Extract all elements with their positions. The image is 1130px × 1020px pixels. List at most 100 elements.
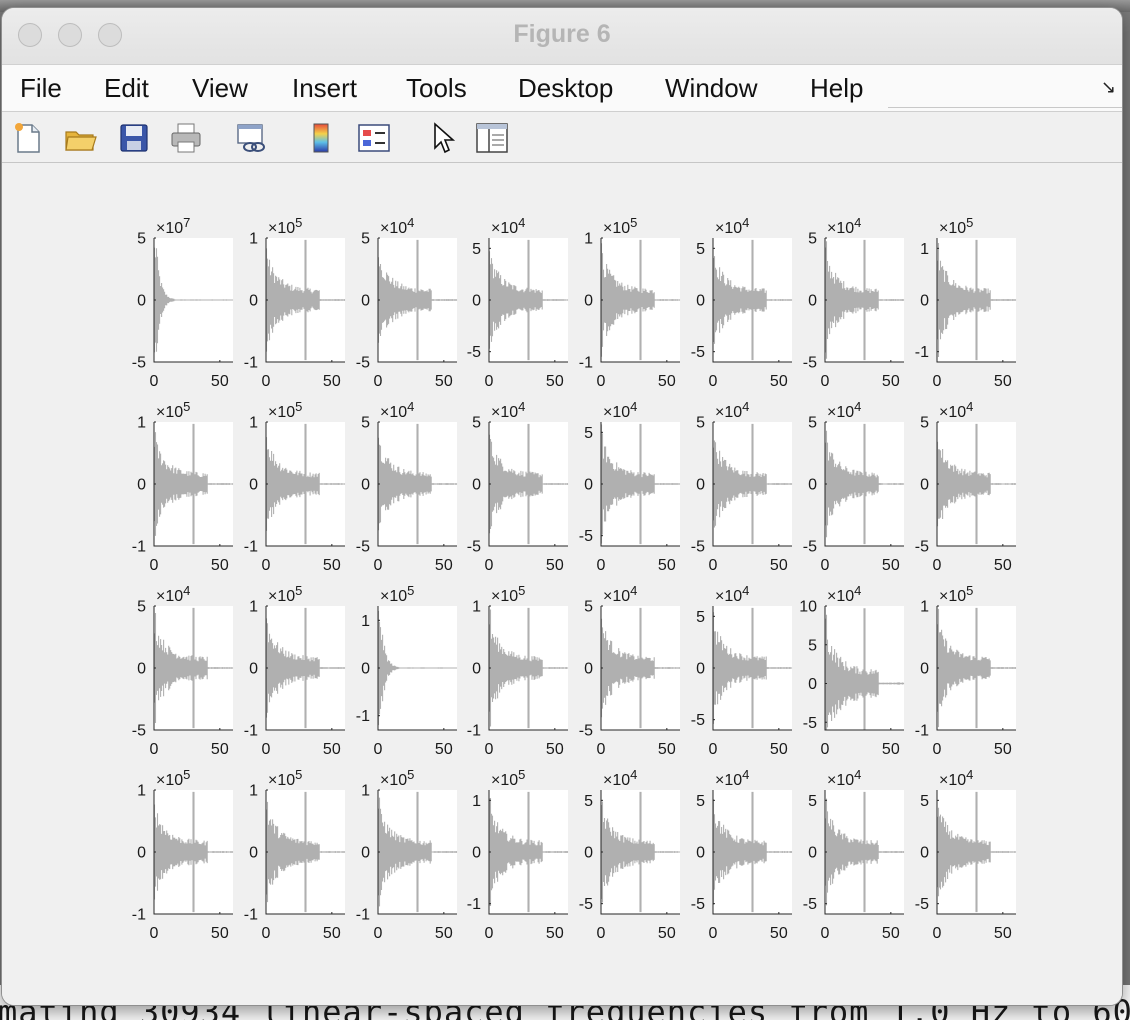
y-tick-label: 5 [584, 599, 593, 616]
y-tick-label: 0 [137, 845, 146, 862]
x-tick-label: 50 [323, 373, 341, 390]
x-tick-label: 50 [323, 925, 341, 942]
exponent-value: 5 [966, 583, 973, 598]
legend-icon[interactable] [356, 120, 392, 156]
y-tick-label: 10 [799, 599, 817, 616]
y-tick-label: 0 [472, 293, 481, 310]
x-tick-label: 50 [546, 925, 564, 942]
y-tick-label: 5 [808, 231, 817, 248]
x-tick-label: 50 [211, 925, 229, 942]
menu-insert[interactable]: Insert [292, 73, 357, 104]
property-inspector-icon[interactable] [474, 120, 510, 156]
x-tick-label: 50 [658, 925, 676, 942]
x-tick-label: 50 [546, 557, 564, 574]
x-tick-label: 50 [546, 741, 564, 758]
x-tick-label: 0 [262, 925, 271, 942]
exponent-value: 4 [742, 583, 749, 598]
exponent-value: 4 [630, 583, 637, 598]
x-tick-label: 50 [994, 557, 1012, 574]
y-exponent-label: ×104 [827, 583, 861, 605]
y-tick-label: 1 [249, 783, 258, 800]
x-tick-label: 50 [323, 741, 341, 758]
figure-canvas[interactable]: 5 0 -5 0 50 ×107 1 0 -1 0 50 ×105 5 0 -5 0 50 ×104 5 0 -5 0 50… [2, 163, 1122, 1005]
y-exponent-label: ×104 [380, 399, 414, 421]
menu-help[interactable]: Help [810, 73, 863, 104]
y-tick-label: -5 [356, 355, 370, 372]
x-tick-label: 0 [150, 741, 159, 758]
exponent-value: 4 [854, 399, 861, 414]
x-tick-label: 0 [374, 373, 383, 390]
y-tick-label: -5 [803, 715, 817, 732]
subplot-25: 10-10 50×105 [132, 767, 234, 942]
y-tick-label: -1 [244, 539, 258, 556]
y-tick-label: 5 [584, 425, 593, 442]
y-exponent-label: ×104 [715, 767, 749, 789]
y-exponent-label: ×105 [491, 583, 525, 605]
x-tick-label: 0 [933, 741, 942, 758]
menu-desktop[interactable]: Desktop [518, 73, 613, 104]
exponent-value: 5 [183, 767, 190, 782]
exponent-value: 4 [854, 215, 861, 230]
print-icon[interactable] [168, 120, 204, 156]
y-tick-label: 0 [361, 477, 370, 494]
exponent-value: 4 [183, 583, 190, 598]
x-tick-label: 50 [770, 557, 788, 574]
y-tick-label: -5 [691, 712, 705, 729]
y-tick-label: 0 [696, 293, 705, 310]
y-tick-label: 5 [696, 793, 705, 810]
y-exponent-label: ×105 [603, 215, 637, 237]
subplot-10: 10-10 50×105 [244, 399, 346, 574]
y-tick-label: 0 [920, 845, 929, 862]
y-tick-label: 5 [920, 415, 929, 432]
subplot-17: 50-50 50×104 [132, 583, 234, 758]
exponent-value: 4 [407, 399, 414, 414]
subplot-24: 10-10 50×105 [915, 583, 1017, 758]
colorbar-icon[interactable] [304, 120, 340, 156]
menu-file[interactable]: File [20, 73, 62, 104]
y-tick-label: -1 [244, 723, 258, 740]
y-tick-label: -5 [579, 896, 593, 913]
menu-window[interactable]: Window [665, 73, 757, 104]
open-file-icon[interactable] [62, 120, 98, 156]
menu-tools[interactable]: Tools [406, 73, 467, 104]
menu-view[interactable]: View [192, 73, 248, 104]
title-bar[interactable]: Figure 6 [2, 8, 1122, 65]
x-tick-label: 0 [821, 557, 830, 574]
y-tick-label: 5 [696, 415, 705, 432]
link-plot-icon[interactable] [234, 120, 270, 156]
menu-edit[interactable]: Edit [104, 73, 149, 104]
x-tick-label: 0 [821, 741, 830, 758]
pointer-icon[interactable] [426, 120, 462, 156]
save-icon[interactable] [116, 120, 152, 156]
exponent-value: 5 [295, 583, 302, 598]
subplot-15: 50-50 50×104 [803, 399, 905, 574]
x-tick-label: 0 [150, 373, 159, 390]
y-exponent-label: ×104 [491, 399, 525, 421]
subplot-8: 10-10 50×105 [915, 215, 1017, 390]
y-tick-label: 5 [584, 793, 593, 810]
y-tick-label: 5 [808, 637, 817, 654]
x-tick-label: 50 [770, 925, 788, 942]
y-tick-label: 1 [920, 599, 929, 616]
y-exponent-label: ×107 [156, 215, 190, 237]
y-exponent-label: ×105 [268, 767, 302, 789]
y-exponent-label: ×104 [715, 583, 749, 605]
subplot-4: 50-50 50×104 [467, 215, 569, 390]
y-tick-label: 5 [920, 793, 929, 810]
x-tick-label: 0 [709, 741, 718, 758]
x-tick-label: 50 [770, 373, 788, 390]
exponent-value: 5 [295, 215, 302, 230]
exponent-value: 4 [407, 215, 414, 230]
y-exponent-label: ×105 [268, 583, 302, 605]
y-tick-label: 0 [361, 845, 370, 862]
subplot-26: 10-10 50×105 [244, 767, 346, 942]
dock-figure-icon[interactable]: ↘ [1101, 77, 1116, 98]
y-exponent-label: ×104 [827, 215, 861, 237]
exponent-value: 5 [295, 767, 302, 782]
subplot-28: 10-10 50×105 [467, 767, 569, 942]
y-tick-label: 0 [361, 661, 370, 678]
new-figure-icon[interactable] [10, 120, 46, 156]
y-tick-label: -5 [132, 355, 146, 372]
y-tick-label: 5 [472, 415, 481, 432]
y-tick-label: -5 [579, 723, 593, 740]
